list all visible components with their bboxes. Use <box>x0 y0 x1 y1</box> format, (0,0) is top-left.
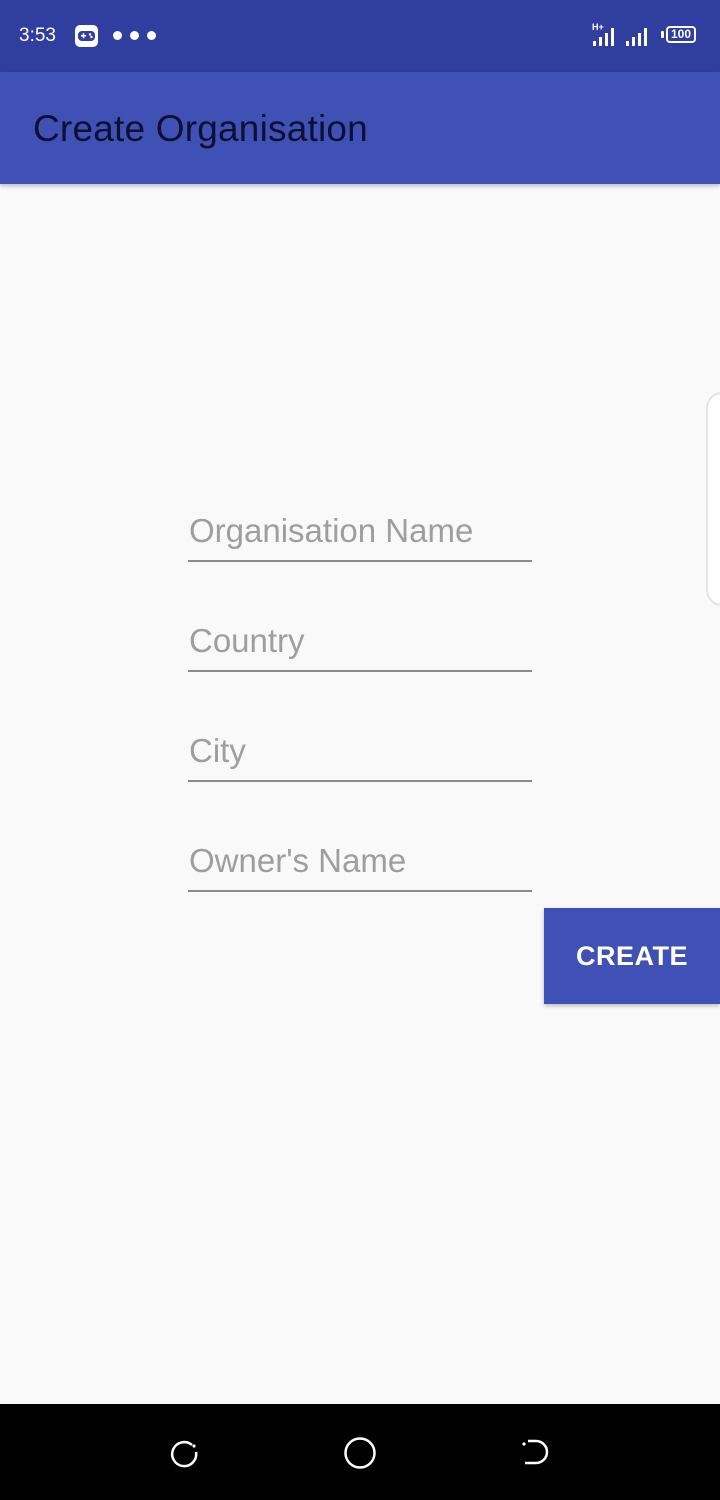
city-field[interactable] <box>188 722 532 782</box>
recent-apps-icon[interactable] <box>168 1436 200 1468</box>
status-time: 3:53 <box>19 25 56 46</box>
home-icon[interactable] <box>343 1436 377 1470</box>
navigation-bar <box>0 1404 720 1500</box>
owner-name-field[interactable] <box>188 832 532 892</box>
app-bar: Create Organisation <box>0 72 720 184</box>
create-button[interactable]: CREATE <box>544 908 720 1004</box>
battery-icon: 100 <box>666 26 696 43</box>
game-controller-icon <box>75 25 98 47</box>
side-panel-handle[interactable] <box>706 392 720 606</box>
organisation-name-field[interactable] <box>188 502 532 562</box>
svg-text:H+: H+ <box>592 22 604 32</box>
status-bar: 3:53 H+ 100 <box>0 0 720 72</box>
more-dots-icon <box>113 31 156 40</box>
signal-h-plus-icon: H+ <box>592 22 614 46</box>
back-icon[interactable] <box>520 1436 552 1468</box>
country-field[interactable] <box>188 612 532 672</box>
signal-icon <box>626 28 647 46</box>
page-title: Create Organisation <box>33 108 368 149</box>
